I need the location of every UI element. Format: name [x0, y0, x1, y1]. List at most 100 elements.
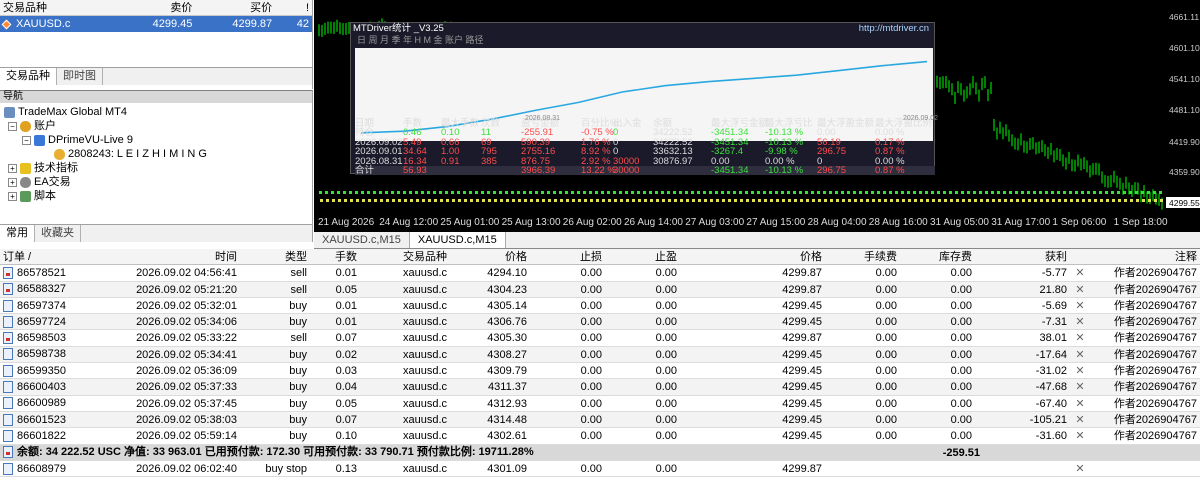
mtdriver-menu[interactable]: 日 周 月 季 年 H M 金 账户 路径	[351, 35, 934, 46]
ea-marker	[872, 199, 875, 202]
mtdriver-title: MTDriver统计 _V3.25	[353, 23, 444, 34]
ea-marker	[878, 199, 881, 202]
ea-marker	[1057, 191, 1060, 194]
collapse-icon[interactable]: −	[22, 135, 31, 145]
mtdriver-panel[interactable]: MTDriver统计 _V3.25 http://mtdriver.cn 日 周…	[350, 22, 938, 175]
order-row[interactable]: 86588327 2026.09.02 05:21:20 sell 0.05 xauus…	[0, 281, 1200, 298]
ea-marker	[937, 191, 940, 194]
order-row[interactable]: 86599350 2026.09.02 05:36:09 buy 0.03 xauusd…	[0, 363, 1200, 380]
ea-marker	[1117, 191, 1120, 194]
order-cell: 2026.09.02 05:59:14	[136, 430, 237, 443]
tab-chart-2[interactable]: XAUUSD.c,M15	[409, 232, 506, 248]
close-order-icon[interactable]: ✕	[1070, 314, 1090, 329]
ea-marker	[415, 191, 418, 194]
close-order-icon[interactable]: ✕	[1070, 412, 1090, 427]
close-order-icon[interactable]: ✕	[1070, 396, 1090, 411]
column-header[interactable]: 价格	[450, 249, 530, 264]
order-ticket: 86600403	[17, 381, 66, 394]
ea-marker	[980, 199, 983, 202]
collapse-icon[interactable]: −	[8, 121, 17, 131]
tree-experts[interactable]: + EA交易	[0, 175, 312, 189]
close-order-icon[interactable]: ✕	[1070, 265, 1090, 280]
ea-marker	[493, 191, 496, 194]
column-header[interactable]: 交易品种	[360, 249, 450, 264]
order-row[interactable]: 86578521 2026.09.02 04:56:41 sell 0.01 xauus…	[0, 265, 1200, 282]
ea-marker	[644, 199, 647, 202]
close-order-icon[interactable]: ✕	[1070, 363, 1090, 378]
order-row[interactable]: 86597724 2026.09.02 05:34:06 buy 0.01 xauusd…	[0, 314, 1200, 331]
col-bid[interactable]: 卖价	[150, 0, 196, 15]
tree-accounts[interactable]: − 账户	[0, 119, 312, 133]
column-header[interactable]: 库存费	[900, 249, 975, 264]
mtdriver-stats: 日期 手数 最大手数 次数 盈亏金额 百分比% 出入金 余额 最大浮亏金额 最大浮亏比 最大浮盈金额…	[355, 115, 938, 175]
tree-label: 技术指标	[34, 162, 78, 174]
order-cell: 2026.09.02 06:02:40	[136, 462, 237, 475]
close-order-icon[interactable]: ✕	[1070, 428, 1090, 443]
expand-icon[interactable]: +	[8, 163, 17, 173]
pending-order-row[interactable]: 86608979 2026.09.02 06:02:40 buy stop 0.13 x…	[0, 461, 1200, 478]
column-header[interactable]: 时间	[105, 249, 240, 264]
column-header[interactable]: 手续费	[825, 249, 900, 264]
close-order-icon[interactable]: ✕	[1070, 330, 1090, 345]
tab-symbols[interactable]: 交易品种	[0, 68, 57, 85]
column-header[interactable]	[1070, 249, 1090, 264]
tab-favorites[interactable]: 收藏夹	[35, 225, 81, 242]
column-header[interactable]: 获利	[975, 249, 1070, 264]
col-spread[interactable]: !	[275, 0, 312, 15]
stats-cell: 0.91	[441, 155, 460, 167]
ea-marker	[764, 199, 767, 202]
column-header[interactable]: 注释	[1090, 249, 1200, 264]
order-cell: 0.00	[580, 348, 602, 361]
ea-marker	[841, 191, 844, 194]
column-header[interactable]: 止盈	[605, 249, 680, 264]
ea-marker	[482, 199, 485, 202]
expand-icon[interactable]: +	[8, 191, 17, 201]
mtdriver-url[interactable]: http://mtdriver.cn	[859, 23, 934, 35]
column-header[interactable]: 类型	[240, 249, 310, 264]
column-header[interactable]: 手数	[310, 249, 360, 264]
ea-marker	[1135, 191, 1138, 194]
ea-marker	[1106, 199, 1109, 202]
market-watch-tabs: 交易品种 即时图	[0, 67, 312, 85]
order-row[interactable]: 86598738 2026.09.02 05:34:41 buy 0.02 xauusd…	[0, 346, 1200, 364]
tree-account[interactable]: 2808243: L E I Z H I M I N G	[0, 147, 312, 161]
order-cell: 作者2026904767	[1113, 430, 1197, 443]
column-header[interactable]: 价格	[680, 249, 825, 264]
ea-marker	[590, 199, 593, 202]
price-label: 4601.10	[1169, 43, 1200, 53]
symbol-row-xauusd[interactable]: XAUUSD.c 4299.45 4299.87 42	[0, 16, 312, 32]
buy-order-icon	[3, 413, 13, 426]
expand-icon[interactable]: +	[8, 177, 17, 187]
order-row[interactable]: 86601822 2026.09.02 05:59:14 buy 0.10 xauusd…	[0, 428, 1200, 445]
order-row[interactable]: 86598503 2026.09.02 05:33:22 sell 0.07 xauus…	[0, 330, 1200, 347]
column-header[interactable]: 订单 /	[0, 249, 105, 264]
buy-order-icon	[3, 348, 13, 361]
order-cell: xauusd.c	[402, 365, 447, 378]
ea-marker	[1099, 191, 1102, 194]
tab-common[interactable]: 常用	[0, 225, 35, 242]
tab-chart-1[interactable]: XAUUSD.c,M15	[314, 232, 410, 248]
close-order-icon[interactable]: ✕	[1070, 347, 1090, 362]
order-cell: 0.00	[580, 332, 602, 345]
close-order-icon[interactable]: ✕	[1070, 461, 1090, 476]
order-row[interactable]: 86601523 2026.09.02 05:38:03 buy 0.07 xauusd…	[0, 411, 1200, 429]
order-row[interactable]: 86597374 2026.09.02 05:32:01 buy 0.01 xauusd…	[0, 298, 1200, 315]
tree-server[interactable]: − DPrimeVU-Live 9	[0, 133, 312, 147]
order-row[interactable]: 86600403 2026.09.02 05:37:33 buy 0.04 xauusd…	[0, 379, 1200, 396]
ea-marker	[607, 191, 610, 194]
order-cell: 0.00	[950, 430, 972, 443]
buy-order-icon	[3, 397, 13, 410]
tree-scripts[interactable]: + 脚本	[0, 189, 312, 203]
ea-marker	[416, 199, 419, 202]
col-ask[interactable]: 买价	[195, 0, 275, 15]
col-symbol[interactable]: 交易品种	[0, 0, 150, 15]
tab-tick-chart[interactable]: 即时图	[57, 68, 103, 85]
close-order-icon[interactable]: ✕	[1070, 379, 1090, 394]
close-order-icon[interactable]: ✕	[1070, 282, 1090, 297]
column-header[interactable]: 止损	[530, 249, 605, 264]
order-cell: -47.68	[1035, 381, 1067, 394]
tree-indicators[interactable]: + 技术指标	[0, 161, 312, 175]
tree-broker[interactable]: TradeMax Global MT4	[0, 105, 312, 119]
close-order-icon[interactable]: ✕	[1070, 298, 1090, 313]
order-row[interactable]: 86600989 2026.09.02 05:37:45 buy 0.05 xauusd…	[0, 396, 1200, 412]
